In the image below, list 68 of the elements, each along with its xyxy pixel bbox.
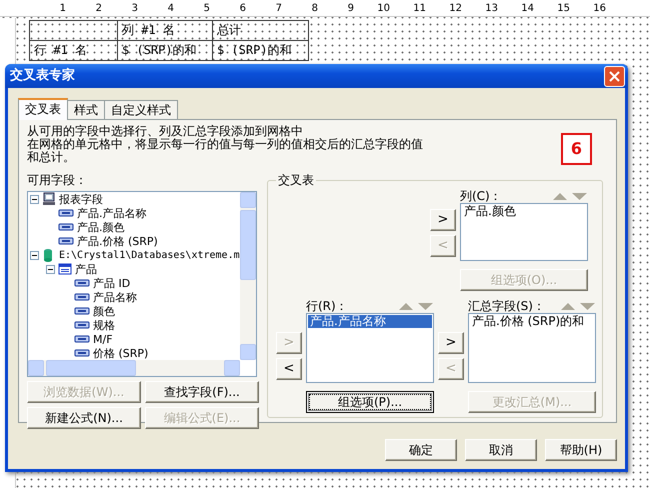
column-header-field: 总计 — [212, 20, 309, 41]
tree-item[interactable]: 颜色 — [93, 304, 115, 318]
columns-list[interactable]: 产品.颜色 — [460, 203, 588, 261]
ruler-number: 6 — [238, 2, 246, 16]
rows-label: 行(R)： — [306, 299, 348, 313]
list-item[interactable]: 产品.颜色 — [462, 205, 586, 218]
push-button[interactable]: 查找字段(F)... — [145, 381, 259, 403]
move-up-down-icon — [560, 301, 596, 311]
tree-item[interactable]: 规格 — [93, 318, 115, 332]
tree-item[interactable]: E:\Crystal1\Databases\xtreme.m — [59, 248, 240, 262]
push-button[interactable]: 组选项(P)... — [306, 391, 434, 413]
tree-item[interactable]: 价格 (SRP) — [93, 346, 148, 360]
ruler-number: 9 — [346, 2, 354, 16]
tree-item[interactable]: 产品.颜色 — [77, 220, 124, 234]
ruler-number: 3 — [130, 2, 138, 16]
tree-item[interactable]: 报表字段 — [59, 192, 103, 206]
ruler-number: 7 — [274, 2, 282, 16]
remove-button[interactable]: < — [276, 358, 302, 380]
push-button[interactable]: 新建公式(N)... — [27, 407, 141, 429]
tree-item[interactable]: 产品.产品名称 — [77, 206, 146, 220]
tree-item[interactable]: 产品 — [75, 262, 97, 276]
ruler-number: 15 — [556, 2, 570, 16]
tab[interactable]: 自定义样式 — [104, 100, 178, 119]
tree-item[interactable]: 产品 ID — [93, 276, 130, 290]
report-fields-icon — [42, 192, 56, 206]
summary-list[interactable]: 产品.价格 (SRP)的和 — [468, 313, 596, 383]
ruler-number: 5 — [202, 2, 210, 16]
tab[interactable]: 交叉表 — [18, 98, 68, 120]
tree-item[interactable]: 产品名称 — [93, 290, 137, 304]
move-up-down-icon — [398, 301, 434, 311]
group-title: 交叉表 — [276, 173, 316, 187]
close-button[interactable] — [604, 66, 625, 86]
tab[interactable]: 样式 — [67, 100, 105, 119]
columns-label: 列(C)： — [460, 189, 502, 203]
push-button[interactable]: 确定 — [385, 439, 457, 461]
ruler-number: 13 — [484, 2, 498, 16]
vertical-scrollbar[interactable] — [240, 192, 256, 360]
summary-field: $ (SRP)的和 — [212, 40, 309, 61]
ruler-number: 12 — [448, 2, 462, 16]
add-button[interactable]: > — [430, 209, 456, 231]
window-title: 交叉表专家 — [10, 66, 75, 86]
rows-list[interactable]: 产品.产品名称 — [306, 313, 434, 383]
summary-fields-label: 汇总字段(S)： — [468, 299, 545, 313]
description-text: 从可用的字段中选择行、列及汇总字段添加到网格中 — [27, 125, 304, 138]
ruler-number: 16 — [592, 2, 606, 16]
available-fields-label: 可用字段： — [27, 173, 88, 187]
list-item[interactable]: 产品.产品名称 — [308, 315, 432, 328]
row-header-field: 行 #1 名 — [29, 40, 118, 61]
move-up-down-icon — [552, 191, 588, 201]
table-icon — [58, 262, 72, 276]
tree-item[interactable]: M/F — [93, 332, 113, 346]
description-text: 在网格的单元格中，将显示每一行的值与每一列的值相交后的汇总字段的值和总计。 — [27, 138, 424, 164]
push-button[interactable]: 取消 — [465, 439, 537, 461]
ruler-number: 10 — [376, 2, 390, 16]
ruler-number: 2 — [94, 2, 102, 16]
ruler-number: 11 — [412, 2, 426, 16]
ruler-number: 8 — [310, 2, 318, 16]
ruler-number: 1 — [58, 2, 66, 16]
list-item[interactable]: 产品.价格 (SRP)的和 — [470, 315, 594, 328]
ruler-number: 14 — [520, 2, 534, 16]
push-button[interactable]: 帮助(H) — [545, 439, 617, 461]
step-number-badge: 6 — [560, 133, 592, 165]
horizontal-scrollbar[interactable] — [28, 360, 240, 376]
ruler-number: 4 — [166, 2, 174, 16]
close-icon — [609, 70, 620, 82]
tree-item[interactable]: 产品.价格 (SRP) — [77, 234, 158, 248]
field-tree[interactable]: 报表字段 产品.产品名称 产品.颜色 产品.价格 (SRP) E:\Crystal1\Databases\xtreme.m 产品 产品 ID 产品名称 颜色 规格 M/F 价格 (SRP) — [27, 191, 257, 377]
add-button[interactable]: > — [438, 332, 464, 354]
